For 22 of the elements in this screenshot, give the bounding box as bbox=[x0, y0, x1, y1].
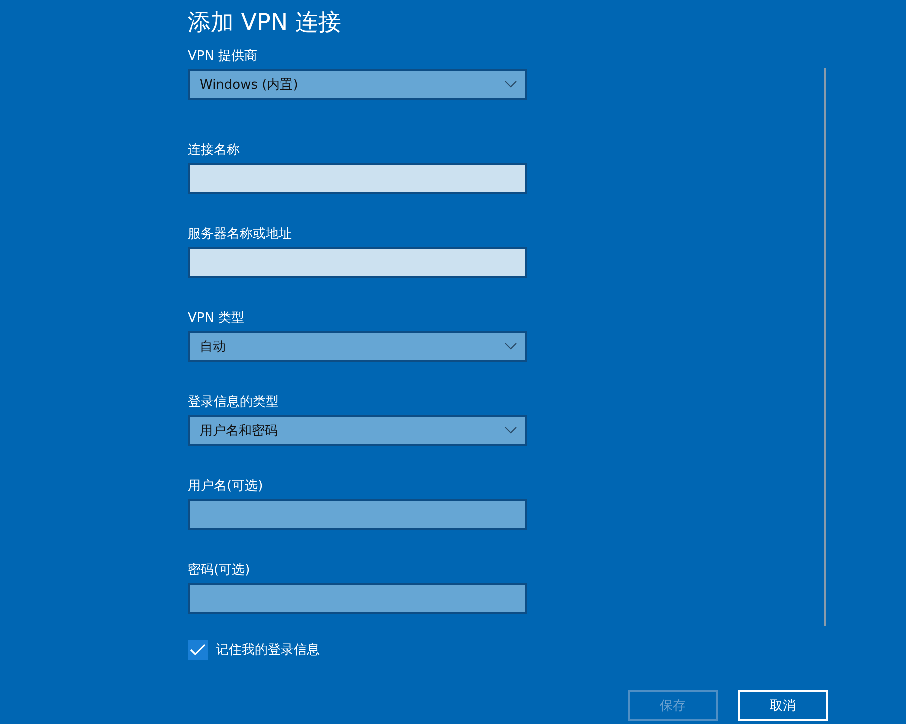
field-label: VPN 提供商 bbox=[188, 48, 258, 66]
dropdown[interactable]: 用户名和密码 bbox=[188, 415, 527, 446]
chevron-down-icon bbox=[505, 81, 517, 88]
dropdown[interactable]: Windows (内置) bbox=[188, 69, 527, 100]
page-title: 添加 VPN 连接 bbox=[188, 9, 342, 38]
chevron-down-icon bbox=[505, 343, 517, 350]
input-field[interactable] bbox=[188, 583, 527, 614]
field-label: VPN 类型 bbox=[188, 310, 245, 328]
field-label: 连接名称 bbox=[188, 142, 240, 160]
chevron-down-icon bbox=[505, 427, 517, 434]
input-field[interactable] bbox=[188, 247, 527, 278]
field-label: 登录信息的类型 bbox=[188, 394, 279, 412]
checkbox[interactable] bbox=[188, 640, 208, 660]
checkbox-label: 记住我的登录信息 bbox=[216, 642, 320, 659]
dropdown[interactable]: 自动 bbox=[188, 331, 527, 362]
field-label: 服务器名称或地址 bbox=[188, 226, 292, 244]
field-label: 用户名(可选) bbox=[188, 478, 264, 496]
cancel-button[interactable]: 取消 bbox=[738, 690, 828, 721]
scrollbar[interactable] bbox=[824, 68, 826, 626]
input-field[interactable] bbox=[188, 163, 527, 194]
field-label: 密码(可选) bbox=[188, 562, 250, 580]
input-field[interactable] bbox=[188, 499, 527, 530]
